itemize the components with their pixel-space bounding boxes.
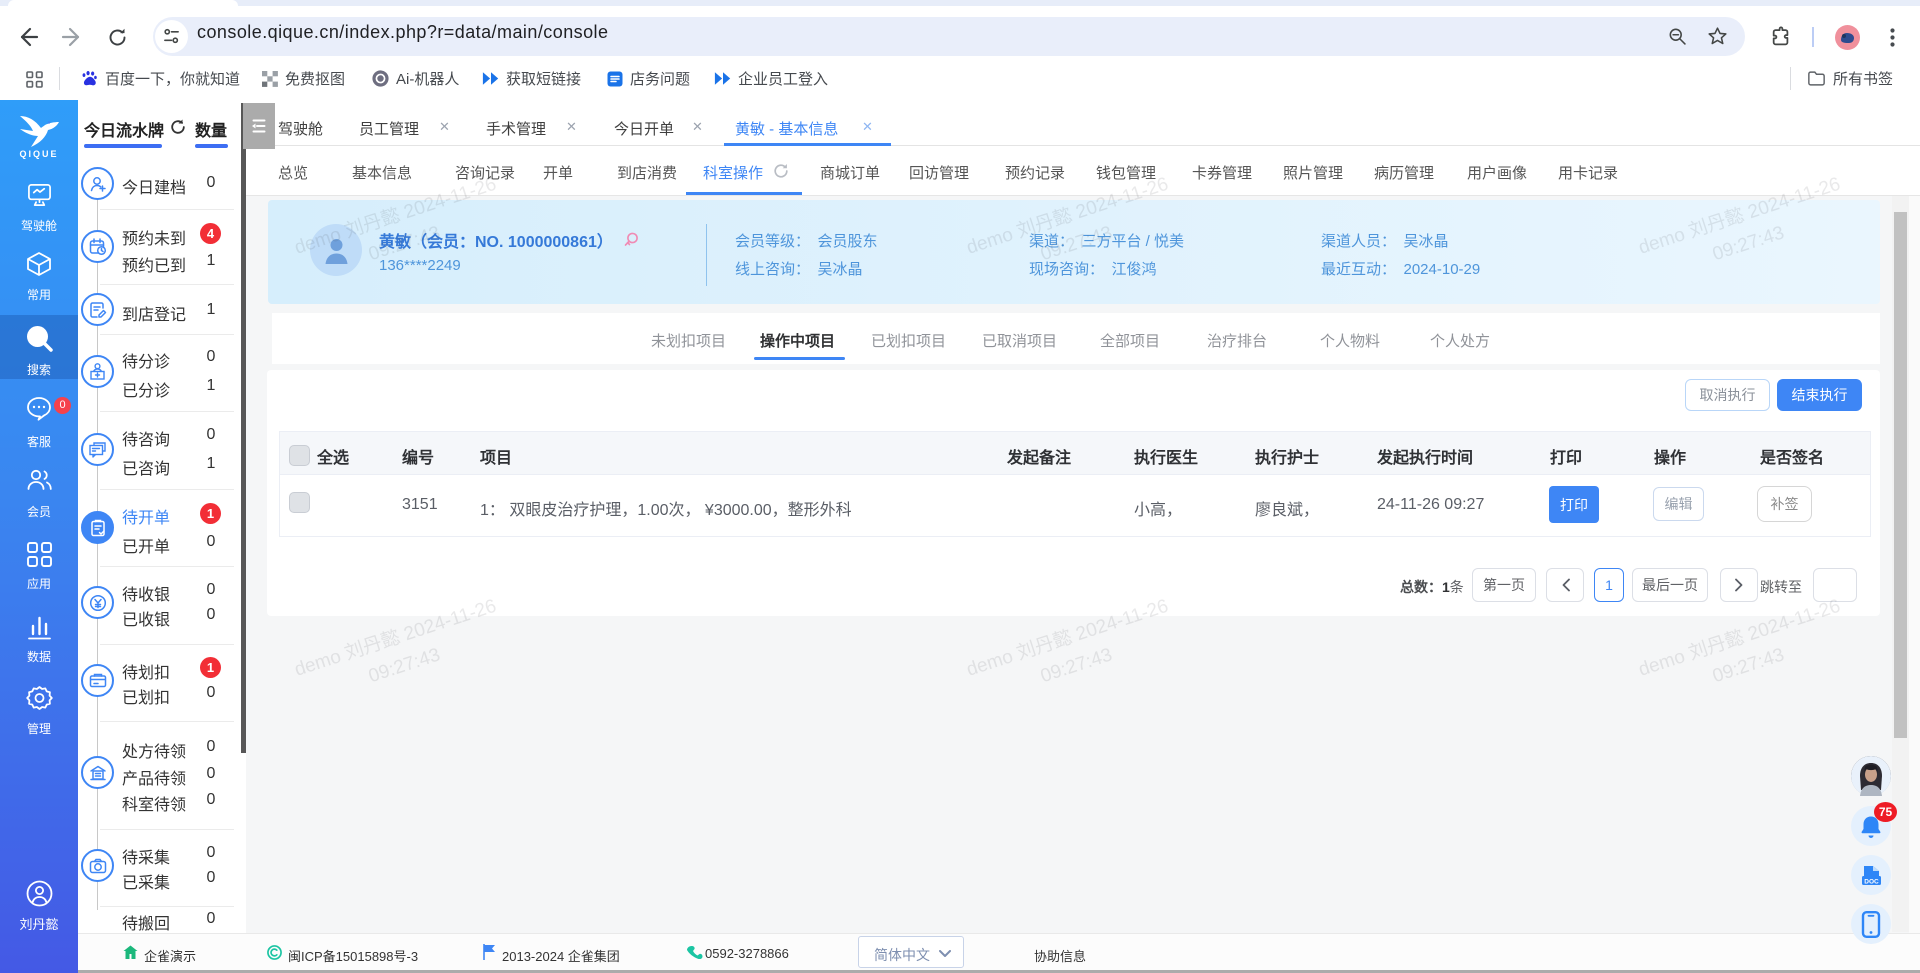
svg-text:DOC: DOC bbox=[1864, 878, 1879, 885]
